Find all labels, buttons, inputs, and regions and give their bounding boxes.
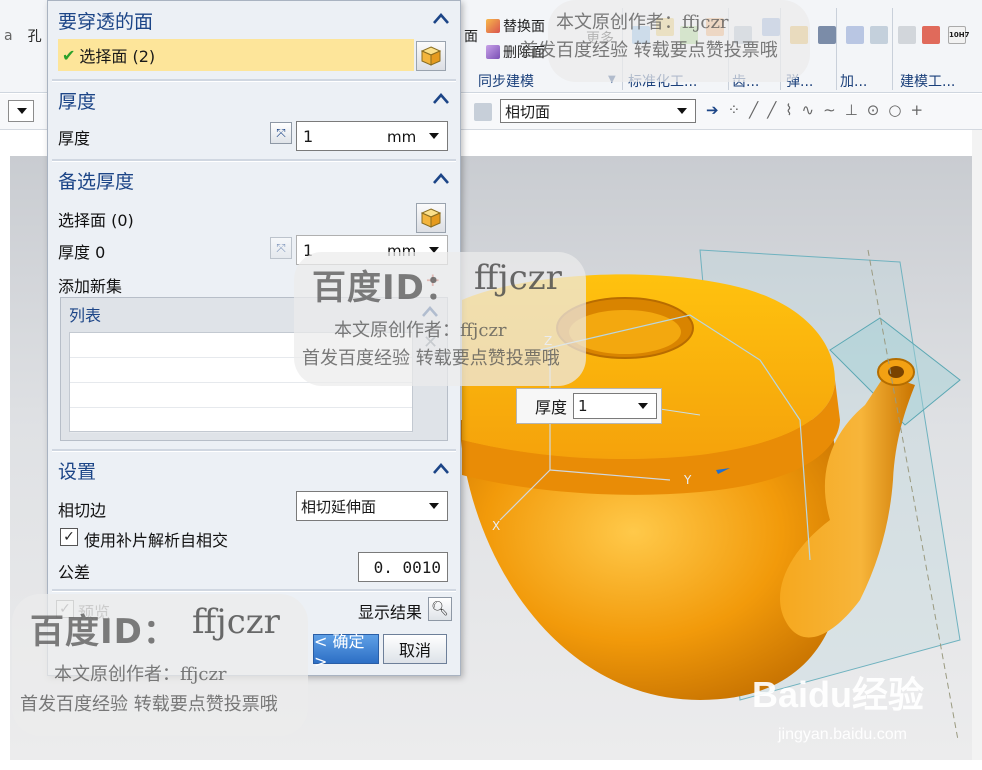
tolerance-value: 0. 0010 <box>373 557 441 577</box>
onscreen-thickness-field[interactable]: 1 <box>573 393 657 419</box>
onscreen-thickness-input[interactable]: 厚度 1 <box>516 388 662 424</box>
measure-button[interactable]: ⤧ <box>270 122 292 144</box>
baidu-jingyan-logo: Baidu经验 <box>752 674 925 715</box>
watermark-author-top: 本文原创作者：ffjczr <box>556 12 729 33</box>
divider <box>52 159 456 162</box>
section-title-alt-thickness[interactable]: 备选厚度 <box>58 167 134 194</box>
use-patch-checkbox[interactable]: ✓ <box>60 528 78 546</box>
collapse-icon[interactable] <box>432 461 450 475</box>
watermark-promo-top: 首发百度经验 转载要点赞投票哦 <box>520 40 778 61</box>
use-patch-label: 使用补片解析自相交 <box>84 531 229 550</box>
watermark-id-prefix: 百度ID： <box>30 612 178 652</box>
cancel-button[interactable]: 取消 <box>383 634 447 664</box>
section-title-faces[interactable]: 要穿透的面 <box>58 7 153 34</box>
divider <box>52 79 456 82</box>
tolerance-input[interactable]: 0. 0010 <box>358 552 448 582</box>
thickness-unit-dropdown[interactable] <box>423 122 447 150</box>
measure-icon: ⤧ <box>276 240 286 255</box>
watermark-promo-mid: 首发百度经验 转载要点赞投票哦 <box>302 348 560 369</box>
magnifier-icon: 🔍︎ <box>431 601 449 617</box>
section-title-thickness[interactable]: 厚度 <box>58 87 96 114</box>
watermark-id-value: ffjczr <box>192 602 280 642</box>
add-new-set-label: 添加新集 <box>58 277 123 296</box>
alt-select-face-label: 选择面 (0) <box>58 211 134 230</box>
select-face-label: 选择面 (2) <box>79 47 156 66</box>
thickness-input[interactable]: 1 mm <box>296 121 448 151</box>
triad-x-label: X <box>492 519 500 533</box>
onscreen-thickness-label: 厚度 <box>535 398 568 417</box>
baidu-jingyan-url: jingyan.baidu.com <box>778 726 907 743</box>
chevron-down-icon <box>429 503 439 509</box>
alt-thickness-label: 厚度 0 <box>58 243 106 262</box>
show-result-button[interactable]: 🔍︎ <box>428 597 452 621</box>
chevron-down-icon <box>638 403 648 409</box>
tangent-edge-value: 相切延伸面 <box>301 497 377 516</box>
onscreen-thickness-value: 1 <box>578 397 588 415</box>
show-result-label: 显示结果 <box>358 603 423 622</box>
tangent-edge-label: 相切边 <box>58 501 107 520</box>
section-title-settings[interactable]: 设置 <box>58 457 96 484</box>
tangent-edge-select[interactable]: 相切延伸面 <box>296 491 448 521</box>
thickness-value: 1 <box>303 126 314 146</box>
cube-icon <box>420 208 442 228</box>
divider <box>52 449 456 452</box>
divider <box>52 589 456 592</box>
select-face-row[interactable]: ✔ 选择面 (2) <box>58 39 414 71</box>
thickness-unit: mm <box>387 128 417 146</box>
watermark-author-mid: 本文原创作者：ffjczr <box>334 320 507 341</box>
watermark-id-prefix: 百度ID： <box>312 268 460 308</box>
watermark-author-bottom: 本文原创作者：ffjczr <box>54 664 227 685</box>
checkmark-icon: ✔ <box>62 45 76 65</box>
collapse-icon[interactable] <box>432 171 450 185</box>
tolerance-label: 公差 <box>58 563 91 582</box>
watermark-id-value: ffjczr <box>474 258 562 298</box>
cube-icon <box>420 46 442 66</box>
list-title: 列表 <box>69 306 102 325</box>
alt-measure-button[interactable]: ⤧ <box>270 237 292 259</box>
ok-button[interactable]: < 确定 > <box>313 632 379 671</box>
face-select-button[interactable] <box>416 41 446 71</box>
collapse-icon[interactable] <box>432 11 450 25</box>
chevron-down-icon <box>429 133 439 139</box>
triad-y-label: Y <box>683 473 692 487</box>
measure-icon: ⤧ <box>276 125 286 140</box>
thickness-label: 厚度 <box>58 129 91 148</box>
watermark-promo-bottom: 首发百度经验 转载要点赞投票哦 <box>20 694 278 715</box>
collapse-icon[interactable] <box>432 91 450 105</box>
list-item[interactable] <box>70 383 412 408</box>
alt-face-select-button[interactable] <box>416 203 446 233</box>
list-item[interactable] <box>70 408 412 433</box>
checkmark-icon: ✓ <box>63 529 75 545</box>
